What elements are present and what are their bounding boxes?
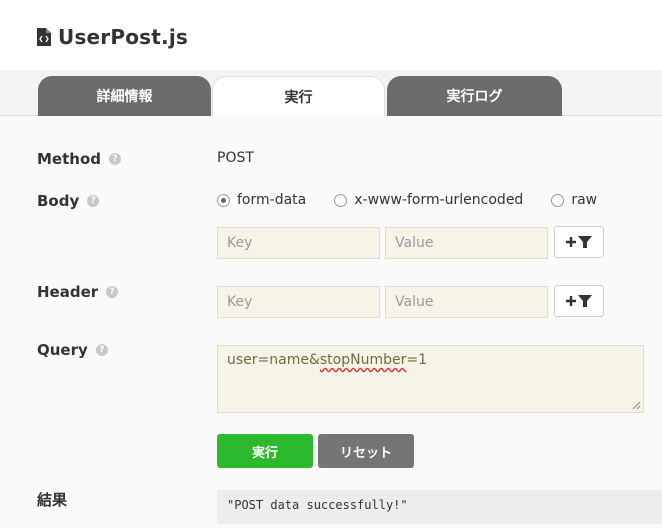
tab-details[interactable]: 詳細情報: [38, 76, 211, 116]
tab-run-log[interactable]: 実行ログ: [387, 76, 562, 116]
header-bar: UserPost.js: [0, 0, 662, 70]
reset-button[interactable]: リセット: [318, 434, 414, 468]
help-icon[interactable]: ?: [106, 286, 119, 298]
radio-unchecked-icon[interactable]: [551, 193, 565, 207]
result-label: 結果: [37, 489, 67, 510]
title-wrap: UserPost.js: [36, 25, 188, 49]
header-add-filter-button[interactable]: [554, 285, 604, 317]
result-label-text: 結果: [37, 491, 68, 509]
radio-form-data[interactable]: form-data: [217, 192, 306, 208]
query-text-prefix: user=name&: [227, 352, 320, 368]
radio-label: form-data: [237, 192, 307, 208]
method-label-text: Method: [37, 150, 101, 168]
method-label: Method ?: [37, 150, 121, 168]
radio-label: raw: [571, 192, 598, 208]
query-label: Query ?: [37, 341, 108, 359]
header-label: Header ?: [37, 283, 119, 301]
page-title: UserPost.js: [58, 25, 188, 49]
run-button[interactable]: 実行: [217, 434, 313, 468]
result-output: "POST data successfully!": [217, 490, 662, 524]
body-type-radio-group: form-data x-www-form-urlencoded raw: [217, 192, 625, 208]
tab-run[interactable]: 実行: [212, 76, 385, 117]
query-text-suffix: =1: [406, 352, 428, 368]
header-label-text: Header: [37, 283, 99, 301]
body-label: Body ?: [37, 192, 100, 210]
js-file-icon: [37, 28, 51, 46]
query-label-text: Query: [37, 341, 88, 359]
radio-label: x-www-form-urlencoded: [354, 192, 524, 208]
resize-handle-icon[interactable]: [631, 400, 641, 410]
add-filter-icon: [566, 236, 592, 248]
body-key-input[interactable]: Key: [217, 227, 380, 259]
method-value: POST: [217, 150, 254, 166]
header-value-input[interactable]: Value: [385, 286, 548, 318]
header-key-input[interactable]: Key: [217, 286, 380, 318]
body-value-input[interactable]: Value: [385, 227, 548, 259]
query-textarea[interactable]: user=name&stopNumber=1: [217, 345, 644, 413]
radio-urlencoded[interactable]: x-www-form-urlencoded: [334, 192, 523, 208]
add-filter-icon: [566, 295, 592, 307]
help-icon[interactable]: ?: [109, 153, 121, 165]
radio-checked-icon[interactable]: [217, 193, 230, 207]
radio-raw[interactable]: raw: [551, 192, 597, 208]
body-add-filter-button[interactable]: [554, 226, 604, 258]
query-text-misspelled: stopNumber: [319, 352, 407, 368]
body-label-text: Body: [37, 192, 80, 210]
help-icon[interactable]: ?: [95, 344, 108, 356]
help-icon[interactable]: ?: [87, 195, 100, 207]
tab-bar: 詳細情報 実行 実行ログ: [0, 70, 662, 117]
radio-unchecked-icon[interactable]: [334, 193, 348, 207]
